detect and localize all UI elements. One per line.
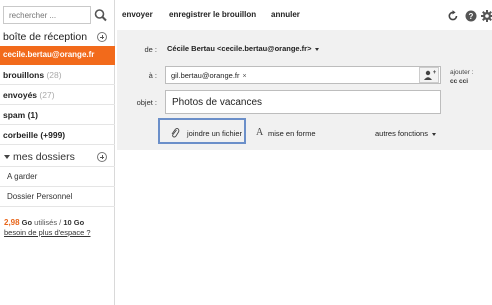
sidebar-item-drafts[interactable]: brouillons (28) xyxy=(0,65,115,85)
text-format-icon[interactable]: A xyxy=(256,127,263,138)
subject-input[interactable] xyxy=(165,90,441,114)
attach-label: joindre un fichier xyxy=(187,129,243,138)
chevron-down-icon xyxy=(431,132,436,136)
sidebar-item-my-folders[interactable]: mes dossiers xyxy=(0,147,115,167)
format-button[interactable]: mise en forme xyxy=(268,129,316,138)
folder-count: (27) xyxy=(39,90,55,100)
svg-text:?: ? xyxy=(469,12,474,21)
account-label: cecile.bertau@orange.fr xyxy=(3,50,95,59)
storage-info: 2,98 Go utilisés / 10 Go besoin de plus … xyxy=(4,218,114,238)
gear-icon[interactable] xyxy=(481,9,492,22)
refresh-icon[interactable] xyxy=(447,9,459,21)
cancel-button[interactable]: annuler xyxy=(271,10,300,19)
paperclip-icon xyxy=(170,126,180,138)
search-input[interactable] xyxy=(3,6,91,24)
to-field[interactable]: gil.bertau@orange.fr × xyxy=(165,66,441,84)
storage-used: 2,98 xyxy=(4,218,20,227)
storage-total: 10 Go xyxy=(63,218,85,227)
folder-label: brouillons xyxy=(3,70,45,80)
sidebar-item-dossier-personnel[interactable]: Dossier Personnel xyxy=(0,187,115,207)
add-account-icon[interactable] xyxy=(97,32,107,42)
recipient-address: gil.bertau@orange.fr xyxy=(171,71,240,80)
more-functions-label: autres fonctions xyxy=(375,129,428,138)
sidebar-item-sent[interactable]: envoyés (27) xyxy=(0,85,115,105)
sidebar-item-inbox[interactable]: boîte de réception xyxy=(0,30,115,46)
folder-count: (28) xyxy=(46,70,62,80)
from-label: de : xyxy=(144,45,157,54)
add-folder-icon[interactable] xyxy=(97,152,107,162)
chevron-down-icon xyxy=(315,47,320,51)
sidebar-item-spam[interactable]: spam (1) xyxy=(0,105,115,125)
add-label: ajouter : xyxy=(450,69,474,76)
from-select[interactable]: Cécile Bertau <cecile.bertau@orange.fr> xyxy=(167,44,320,53)
recipient-chip[interactable]: gil.bertau@orange.fr × xyxy=(171,71,247,80)
sidebar: boîte de réception cecile.bertau@orange.… xyxy=(0,0,115,305)
svg-text:+: + xyxy=(433,70,437,76)
my-folders-label: mes dossiers xyxy=(13,151,75,163)
caret-down-icon[interactable] xyxy=(4,155,10,159)
from-value: Cécile Bertau <cecile.bertau@orange.fr> xyxy=(167,44,312,53)
storage-used-unit: Go xyxy=(19,218,33,227)
attach-file-button[interactable]: joindre un fichier xyxy=(158,118,246,144)
folder-label: envoyés xyxy=(3,90,38,100)
storage-used-text: utilisés / xyxy=(32,218,64,227)
save-draft-button[interactable]: enregistrer le brouillon xyxy=(169,10,256,19)
folder-label: corbeille (+999) xyxy=(3,130,66,140)
search-icon[interactable] xyxy=(93,8,109,22)
sidebar-item-trash[interactable]: corbeille (+999) xyxy=(0,125,115,145)
search-box xyxy=(3,6,111,24)
send-button[interactable]: envoyer xyxy=(122,10,153,19)
contacts-button[interactable]: + xyxy=(419,67,439,83)
more-functions-button[interactable]: autres fonctions xyxy=(375,129,436,138)
subject-label: objet : xyxy=(136,98,157,107)
sidebar-item-a-garder[interactable]: A garder xyxy=(0,167,115,187)
toolbar: envoyer enregistrer le brouillon annuler… xyxy=(115,0,492,30)
more-storage-link[interactable]: besoin de plus d'espace ? xyxy=(4,228,114,238)
sidebar-item-account[interactable]: cecile.bertau@orange.fr xyxy=(0,46,115,65)
compose-panel: de : Cécile Bertau <cecile.bertau@orange… xyxy=(117,30,492,150)
cc-cci-link[interactable]: cc cci xyxy=(450,78,468,85)
folder-label: Dossier Personnel xyxy=(7,192,73,201)
help-icon[interactable]: ? xyxy=(465,9,477,22)
sidebar-item-label: boîte de réception xyxy=(3,31,88,43)
remove-recipient-icon[interactable]: × xyxy=(243,73,247,80)
folder-label: A garder xyxy=(7,172,38,181)
to-label: à : xyxy=(148,71,157,80)
folder-label: spam (1) xyxy=(3,110,38,120)
